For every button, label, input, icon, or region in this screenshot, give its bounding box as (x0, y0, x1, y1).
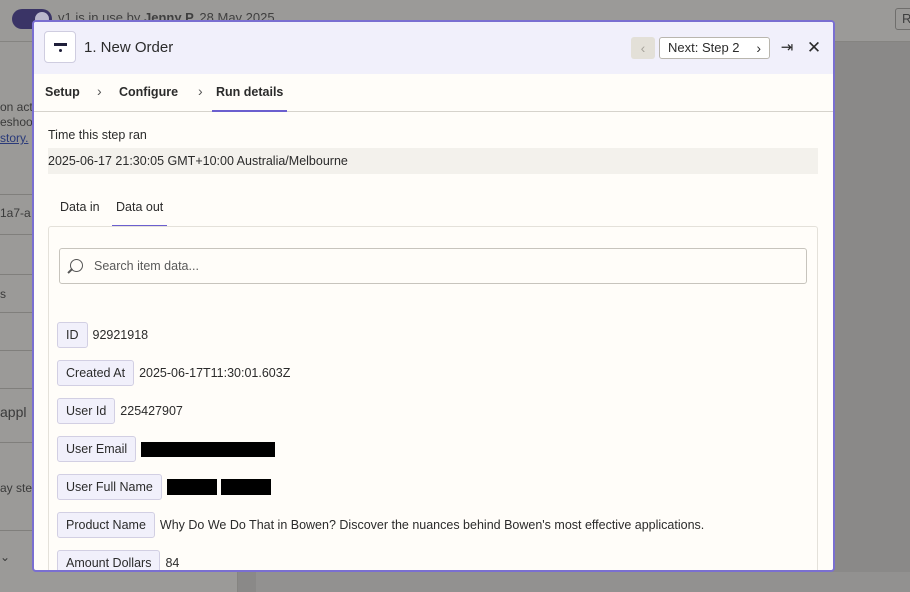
bg-fragment: appl (0, 404, 27, 420)
bg-fragment: ay ste (0, 481, 33, 495)
divider (0, 388, 34, 389)
field-row: User Id 225427907 (57, 398, 183, 424)
field-key: Created At (57, 360, 135, 386)
search-icon (70, 259, 83, 272)
bg-fragment: eshoo (0, 115, 33, 129)
pixelated-value (166, 479, 271, 495)
previous-step-button[interactable]: ‹ (631, 37, 655, 59)
data-out-panel: ID 92921918 Created At 2025-06-17T11:30:… (48, 226, 818, 570)
field-value: Why Do We Do That in Bowen? Discover the… (159, 518, 705, 532)
arrow-right-to-line-icon[interactable]: ⇥ (778, 37, 796, 59)
tab-configure[interactable]: Configure (119, 85, 178, 99)
field-row: Amount Dollars 84 (57, 550, 180, 570)
field-row: ID 92921918 (57, 322, 148, 348)
close-icon[interactable]: ✕ (805, 37, 823, 59)
bg-fragment-link[interactable]: story. (0, 131, 28, 145)
divider (0, 442, 34, 443)
field-key: Amount Dollars (57, 550, 161, 570)
bg-fragment: s (0, 287, 6, 301)
field-row: Product Name Why Do We Do That in Bowen?… (57, 512, 704, 538)
chevron-right-icon: › (198, 83, 203, 99)
tab-run-details[interactable]: Run details (211, 85, 288, 112)
field-key: User Full Name (57, 474, 162, 500)
field-key: User Email (57, 436, 137, 462)
chevron-left-icon: ‹ (640, 40, 646, 56)
search-input[interactable] (94, 249, 794, 283)
field-key: User Id (57, 398, 116, 424)
divider (0, 234, 34, 235)
time-ran-value: 2025-06-17 21:30:05 GMT+10:00 Australia/… (48, 148, 818, 174)
redacted-value (141, 441, 276, 457)
field-row: Created At 2025-06-17T11:30:01.603Z (57, 360, 290, 386)
chevron-right-icon: › (97, 83, 102, 99)
field-value: 2025-06-17T11:30:01.603Z (139, 366, 291, 380)
next-step-label: Next: Step 2 (668, 40, 740, 55)
bg-fragment: 1a7-a (0, 206, 31, 220)
divider (0, 274, 34, 275)
modal-header: 1. New Order ‹ Next: Step 2 › ⇥ ✕ (34, 22, 833, 74)
step-breadcrumb: Setup › Configure › Run details (34, 74, 833, 112)
divider (0, 530, 34, 531)
field-row: User Email (57, 436, 276, 462)
field-key: Product Name (57, 512, 155, 538)
field-value: 92921918 (92, 328, 149, 342)
background-footer (256, 572, 910, 592)
background-top-right-button[interactable]: R (895, 8, 910, 30)
divider (0, 194, 34, 195)
field-row: User Full Name (57, 474, 271, 500)
time-ran-label: Time this step ran (48, 128, 147, 142)
tab-data-out[interactable]: Data out (111, 200, 168, 227)
divider (0, 312, 34, 313)
field-key: ID (57, 322, 88, 348)
app-logo-icon (44, 31, 76, 63)
modal-title: 1. New Order (84, 39, 174, 56)
data-tabs: Data in Data out (48, 188, 818, 227)
search-field[interactable] (59, 248, 807, 284)
run-details-content: Time this step ran 2025-06-17 21:30:05 G… (34, 128, 833, 570)
tab-setup[interactable]: Setup (45, 85, 80, 99)
field-value: 84 (165, 556, 180, 570)
step-details-modal: 1. New Order ‹ Next: Step 2 › ⇥ ✕ Setup … (32, 20, 835, 572)
bg-fragment: on act (0, 100, 33, 114)
next-step-button[interactable]: Next: Step 2 › (659, 37, 770, 59)
tab-data-in[interactable]: Data in (60, 200, 100, 214)
chevron-right-icon: › (756, 40, 761, 56)
divider (0, 350, 34, 351)
field-value: 225427907 (120, 404, 183, 418)
chevron-down-icon: ⌄ (0, 550, 11, 564)
